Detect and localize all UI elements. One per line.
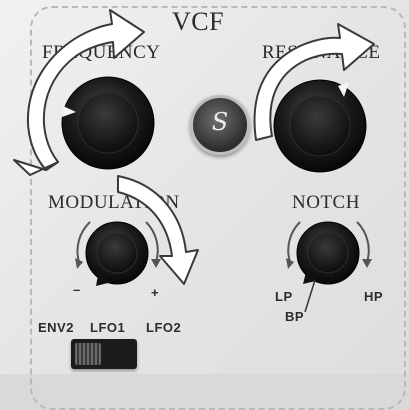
mod-source-switch[interactable] — [71, 339, 137, 369]
hp-label: HP — [364, 289, 384, 304]
bp-label: BP — [285, 309, 305, 324]
lp-label: LP — [275, 289, 293, 304]
notch-knob[interactable] — [296, 221, 360, 285]
modulation-minus: – — [73, 282, 81, 297]
mod-source-env2: ENV2 — [38, 320, 74, 335]
resonance-knob[interactable] — [273, 79, 367, 173]
frequency-knob[interactable] — [61, 76, 155, 170]
modulation-knob[interactable] — [85, 221, 149, 286]
mod-source-lfo2: LFO2 — [146, 320, 182, 335]
modulation-plus: + — [151, 285, 160, 300]
bp-marker-line — [304, 279, 316, 313]
switch-lever[interactable] — [75, 343, 101, 365]
mod-source-lfo1: LFO1 — [90, 320, 126, 335]
controls-svg — [13, 9, 375, 313]
